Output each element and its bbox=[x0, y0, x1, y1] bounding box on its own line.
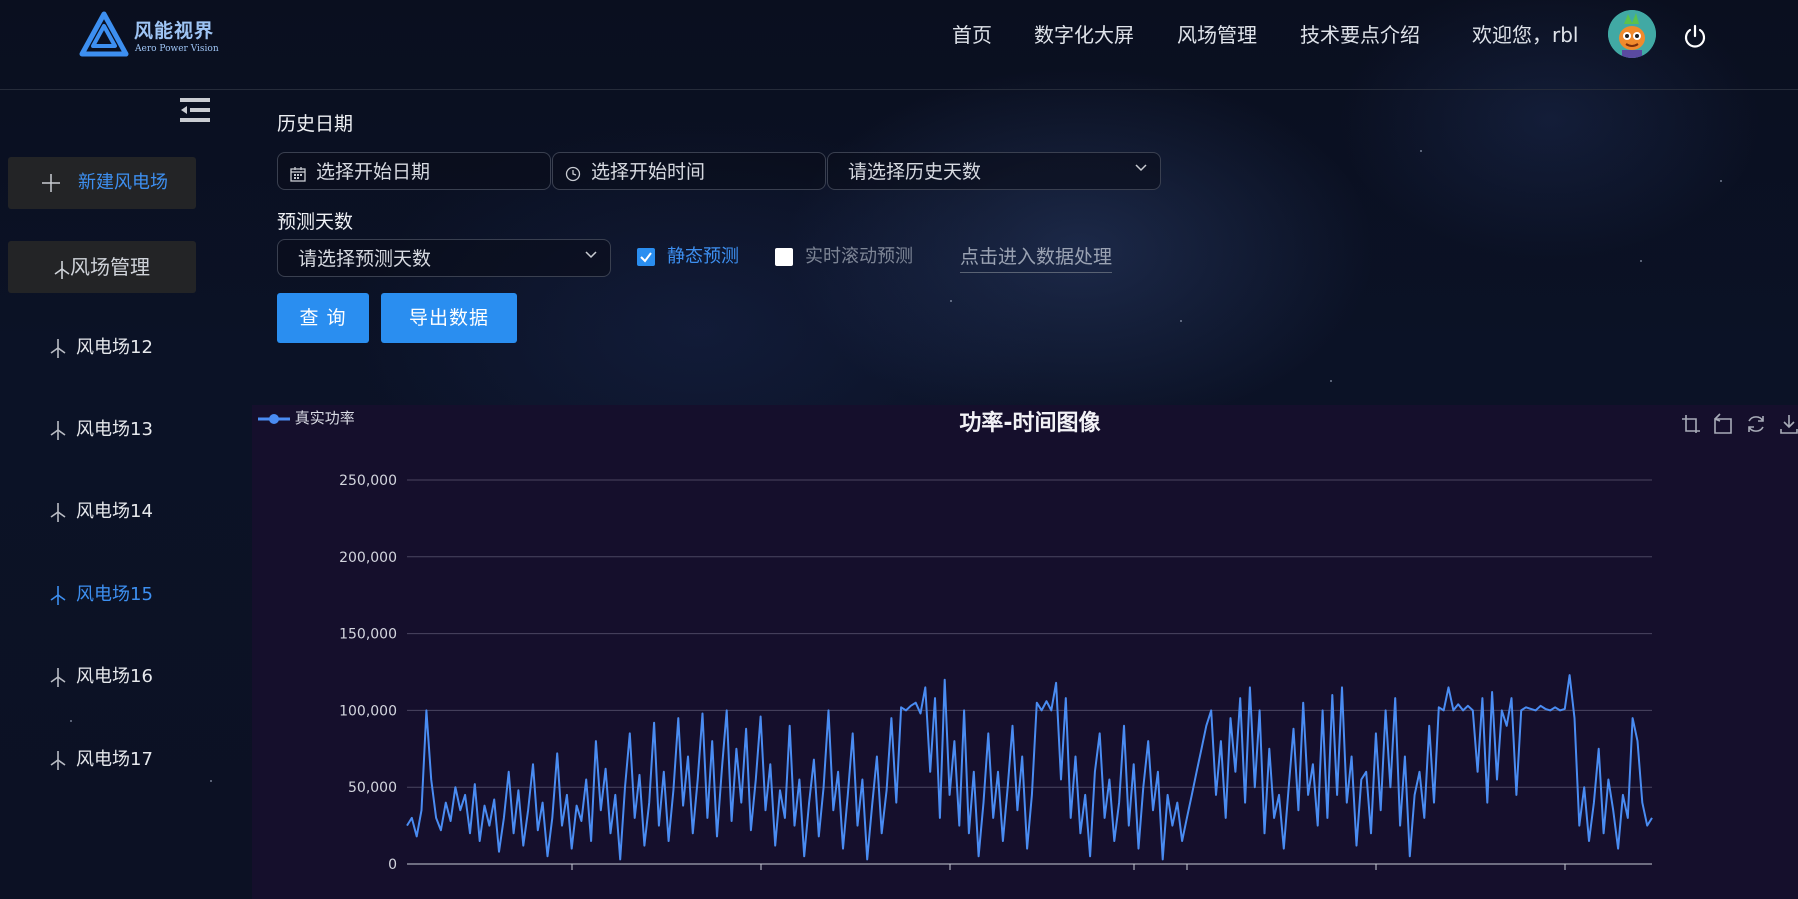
history-date-label: 历史日期 bbox=[277, 113, 354, 135]
sidebar-item-label: 风电场12 bbox=[76, 337, 153, 358]
nav-digital-screen[interactable]: 数字化大屏 bbox=[1034, 20, 1134, 50]
y-tick-label: 100,000 bbox=[339, 703, 397, 719]
query-button[interactable]: 查 询 bbox=[277, 293, 369, 343]
top-navigation-bar: 风能视界 Aero Power Vision 首页 数字化大屏 风场管理 技术要… bbox=[0, 0, 1798, 90]
forecast-days-placeholder: 请选择预测天数 bbox=[298, 248, 432, 270]
turbine-icon bbox=[50, 751, 66, 770]
logo[interactable]: 风能视界 Aero Power Vision bbox=[78, 10, 238, 62]
y-tick-label: 0 bbox=[388, 857, 397, 873]
sidebar-item-farm17[interactable]: 风电场17 bbox=[50, 745, 153, 775]
y-tick-label: 200,000 bbox=[339, 550, 397, 566]
forecast-days-select[interactable]: 请选择预测天数 bbox=[277, 239, 611, 277]
sidebar-item-label: 风电场17 bbox=[76, 749, 153, 770]
series-line-real-power bbox=[406, 674, 1653, 861]
start-time-placeholder: 选择开始时间 bbox=[591, 161, 706, 183]
power-icon[interactable] bbox=[1682, 24, 1708, 50]
clock-icon bbox=[565, 166, 581, 182]
new-wind-farm-label: 新建风电场 bbox=[78, 172, 168, 193]
logo-title: 风能视界 bbox=[134, 20, 215, 42]
welcome-text: 欢迎您，rbl bbox=[1472, 23, 1579, 47]
avatar-cartoon-icon bbox=[1608, 10, 1656, 58]
nav-home[interactable]: 首页 bbox=[952, 20, 992, 50]
chevron-down-icon bbox=[585, 251, 597, 259]
history-days-select[interactable]: 请选择历史天数 bbox=[827, 152, 1161, 190]
export-data-button[interactable]: 导出数据 bbox=[381, 293, 517, 343]
y-tick-label: 250,000 bbox=[339, 473, 397, 489]
sidebar-item-label: 风电场16 bbox=[76, 666, 153, 687]
new-wind-farm-button[interactable]: 新建风电场 bbox=[8, 157, 196, 209]
turbine-icon bbox=[50, 503, 66, 522]
chevron-down-icon bbox=[1135, 164, 1147, 172]
forecast-days-label: 预测天数 bbox=[277, 211, 354, 233]
farm-management-label: 风场管理 bbox=[70, 255, 150, 279]
nav-farm-management[interactable]: 风场管理 bbox=[1177, 20, 1257, 50]
turbine-icon bbox=[50, 668, 66, 687]
logo-subtitle: Aero Power Vision bbox=[135, 44, 219, 54]
static-forecast-checkbox[interactable] bbox=[637, 248, 655, 266]
start-time-picker[interactable]: 选择开始时间 bbox=[552, 152, 826, 190]
nav-tech-intro[interactable]: 技术要点介绍 bbox=[1300, 20, 1420, 50]
turbine-icon bbox=[50, 339, 66, 358]
sidebar-item-farm12[interactable]: 风电场12 bbox=[50, 333, 153, 363]
y-tick-label: 150,000 bbox=[339, 627, 397, 643]
rolling-forecast-label[interactable]: 实时滚动预测 bbox=[805, 244, 913, 270]
sidebar-item-label: 风电场14 bbox=[76, 501, 153, 522]
farm-management-button[interactable]: 风场管理 bbox=[8, 241, 196, 293]
y-tick-label: 50,000 bbox=[348, 780, 397, 796]
sidebar-item-farm16[interactable]: 风电场16 bbox=[50, 662, 153, 692]
static-forecast-label[interactable]: 静态预测 bbox=[667, 244, 739, 270]
sidebar-item-farm14[interactable]: 风电场14 bbox=[50, 497, 153, 527]
sidebar-item-label: 风电场15 bbox=[76, 584, 153, 605]
power-time-chart: 0 50,000 100,000 150,000 200,000 250,000 bbox=[339, 473, 1653, 873]
plus-icon bbox=[42, 174, 60, 192]
data-processing-link[interactable]: 点击进入数据处理 bbox=[960, 244, 1113, 273]
sidebar-item-farm15[interactable]: 风电场15 bbox=[50, 580, 153, 610]
menu-collapse-icon[interactable] bbox=[180, 96, 210, 124]
start-date-placeholder: 选择开始日期 bbox=[316, 161, 431, 183]
turbine-icon bbox=[54, 260, 70, 279]
calendar-icon bbox=[290, 167, 306, 182]
start-date-picker[interactable]: 选择开始日期 bbox=[277, 152, 551, 190]
rolling-forecast-checkbox[interactable] bbox=[775, 248, 793, 266]
avatar[interactable] bbox=[1608, 10, 1656, 58]
turbine-icon bbox=[50, 586, 66, 605]
history-days-placeholder: 请选择历史天数 bbox=[848, 161, 982, 183]
logo-triangle-icon bbox=[79, 11, 129, 57]
